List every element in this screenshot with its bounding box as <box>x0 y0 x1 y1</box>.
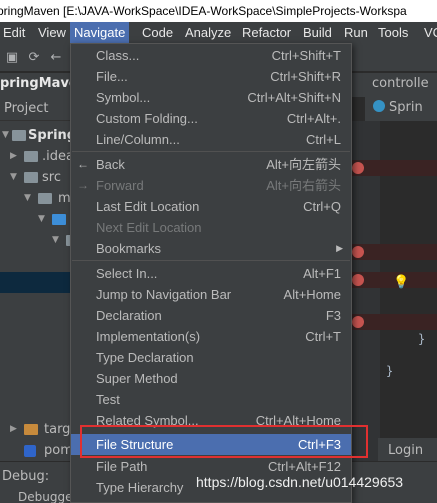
menu-item-super-method[interactable]: Super Method <box>71 368 351 389</box>
menu-navigate[interactable]: Navigate <box>70 22 130 44</box>
breakpoint-icon[interactable] <box>352 316 364 328</box>
menu-edit[interactable]: Edit <box>3 22 25 44</box>
menu-run[interactable]: Run <box>344 22 368 44</box>
tree-item-idea[interactable]: ▶ .idea <box>0 146 78 167</box>
login-tab-label: Login <box>388 443 424 458</box>
tree-item-src[interactable]: ▼ src <box>0 167 78 188</box>
menu-item-next-edit-location[interactable]: Next Edit Location <box>71 217 351 238</box>
menu-item-type-declaration[interactable]: Type Declaration <box>71 347 351 368</box>
editor-tab[interactable]: Sprin <box>373 100 423 115</box>
tree-item-selected[interactable] <box>0 272 78 293</box>
menu-separator <box>72 260 350 261</box>
menu-tools[interactable]: Tools <box>378 22 408 44</box>
menu-build[interactable]: Build <box>303 22 332 44</box>
menu-item-last-edit-location[interactable]: Last Edit Location Ctrl+Q <box>71 196 351 217</box>
expand-arrow-icon[interactable]: ▼ <box>24 188 31 209</box>
window-title: pringMaven [E:\JAVA-WorkSpace\IDEA-WorkS… <box>0 4 407 18</box>
lightbulb-icon[interactable]: 💡 <box>393 275 409 290</box>
expand-arrow-icon[interactable]: ▼ <box>52 230 59 251</box>
tree-item-package[interactable]: ▼ <box>0 230 78 251</box>
back-arrow-icon: ← <box>77 157 89 171</box>
tree-item-java[interactable]: ▼ <box>0 209 78 230</box>
code-brace: } <box>418 332 426 346</box>
menu-view[interactable]: View <box>38 22 66 44</box>
breakpoint-icon[interactable] <box>352 162 364 174</box>
sync-icon[interactable]: ⟳ <box>26 50 42 66</box>
annotation-highlight-box <box>80 425 368 458</box>
project-panel-header: Project <box>0 97 78 121</box>
project-tree: ▼ SpringM ▶ .idea ▼ src ▼ m ▼ ▼ ▶ targ p… <box>0 121 78 461</box>
save-all-icon[interactable]: ▣ <box>4 50 20 66</box>
back-icon[interactable]: ← <box>48 50 64 66</box>
menu-separator <box>72 151 350 152</box>
menu-item-line-column[interactable]: Line/Column... Ctrl+L <box>71 129 351 150</box>
folder-icon <box>24 151 38 162</box>
maven-file-icon <box>24 445 36 457</box>
tree-item-root[interactable]: ▼ SpringM <box>0 125 78 146</box>
project-panel-label[interactable]: Project <box>4 101 48 116</box>
menu-item-class[interactable]: Class... Ctrl+Shift+T <box>71 45 351 66</box>
tree-item-target[interactable]: ▶ targ <box>0 419 78 440</box>
collapse-arrow-icon[interactable]: ▶ <box>10 419 17 440</box>
main-menubar: Edit View Navigate Code Analyze Refactor… <box>0 22 437 44</box>
menu-analyze[interactable]: Analyze <box>185 22 231 44</box>
menu-item-forward[interactable]: → Forward Alt+向右箭头 <box>71 175 351 196</box>
watermark-text: https://blog.csdn.net/u014429653 <box>196 474 404 490</box>
menu-code[interactable]: Code <box>142 22 173 44</box>
menu-refactor[interactable]: Refactor <box>242 22 291 44</box>
forward-arrow-icon: → <box>77 178 89 192</box>
menu-vcs[interactable]: VC <box>424 22 437 44</box>
menu-item-select-in[interactable]: Select In... Alt+F1 <box>71 263 351 284</box>
menu-item-file[interactable]: File... Ctrl+Shift+R <box>71 66 351 87</box>
tree-item-main[interactable]: ▼ m <box>0 188 78 209</box>
code-brace: } <box>386 364 394 378</box>
expand-arrow-icon[interactable]: ▼ <box>38 209 45 230</box>
menu-item-custom-folding[interactable]: Custom Folding... Ctrl+Alt+. <box>71 108 351 129</box>
menu-item-jump-to-navigation-bar[interactable]: Jump to Navigation Bar Alt+Home <box>71 284 351 305</box>
folder-icon <box>24 172 38 183</box>
submenu-arrow-icon: ▶ <box>336 243 343 253</box>
menu-item-test[interactable]: Test <box>71 389 351 410</box>
menu-item-implementations[interactable]: Implementation(s) Ctrl+T <box>71 326 351 347</box>
tree-item-pom[interactable]: pom <box>0 440 78 461</box>
source-folder-icon <box>52 214 66 225</box>
expand-arrow-icon[interactable]: ▼ <box>10 167 17 188</box>
debug-label: Debug: <box>2 469 50 484</box>
expand-arrow-icon[interactable]: ▼ <box>2 125 9 146</box>
window-title-bar: pringMaven [E:\JAVA-WorkSpace\IDEA-WorkS… <box>0 0 437 22</box>
menu-item-symbol[interactable]: Symbol... Ctrl+Alt+Shift+N <box>71 87 351 108</box>
editor-tabs: Sprin <box>365 97 437 121</box>
breakpoint-icon[interactable] <box>352 246 364 258</box>
folder-icon <box>24 424 38 435</box>
package-breadcrumb[interactable]: controlle <box>372 76 429 91</box>
folder-icon <box>38 193 52 204</box>
breakpoint-icon[interactable] <box>352 274 364 286</box>
menu-item-declaration[interactable]: Declaration F3 <box>71 305 351 326</box>
menu-item-bookmarks[interactable]: Bookmarks ▶ <box>71 238 351 259</box>
menu-item-back[interactable]: ← Back Alt+向左箭头 <box>71 154 351 175</box>
folder-icon <box>12 130 26 141</box>
collapse-arrow-icon[interactable]: ▶ <box>10 146 17 167</box>
debugger-tab[interactable]: Debugge <box>18 490 72 503</box>
